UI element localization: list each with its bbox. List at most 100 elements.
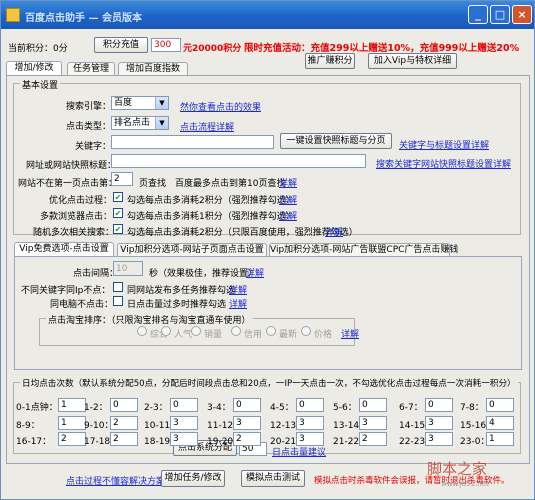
page-unit: 页查找 [139, 179, 167, 189]
taobao-radio-2[interactable] [161, 326, 171, 336]
pc-checkbox[interactable] [113, 296, 123, 306]
slot-input[interactable]: 0 [170, 398, 198, 412]
slot-label: 5-6： [333, 403, 357, 413]
keyword-title-help-link[interactable]: 关键字与标题设置详解 [399, 138, 489, 151]
optimize-checkbox[interactable]: ✔ [113, 192, 123, 202]
taobao-option-2: 人气 [174, 330, 193, 340]
slot-input[interactable]: 0 [359, 398, 387, 412]
interval-help-link[interactable]: 详解 [246, 266, 264, 279]
slot-input[interactable]: 0 [233, 398, 261, 412]
slot-input[interactable]: 2 [110, 432, 138, 446]
slot-input[interactable]: 3 [296, 432, 324, 446]
slot-input[interactable]: 1 [58, 416, 86, 430]
multi-browser-label: 多款浏览器点击： [40, 212, 113, 222]
slot-input[interactable]: 2 [110, 416, 138, 430]
page-input[interactable] [111, 172, 133, 186]
title-bar: 百度点击助手 — 会员版本 _ □ × [1, 1, 534, 29]
multi-browser-help-link[interactable]: 详解 [279, 209, 297, 222]
engine-label: 搜索引擎： [66, 102, 112, 112]
tab-vip-free[interactable]: Vip免费选项-点击设置 [14, 242, 114, 257]
random-search-checkbox[interactable]: ✔ [113, 224, 123, 234]
slot-input[interactable]: 0 [425, 398, 453, 412]
random-search-help-link[interactable]: 详解 [325, 225, 343, 238]
slot-input[interactable]: 2 [233, 432, 261, 446]
pc-label: 同电脑不点击： [50, 300, 114, 310]
points-label: 当前积分：0分 [8, 44, 68, 54]
slot-input[interactable]: 0 [296, 398, 324, 412]
taobao-radio-4[interactable] [231, 326, 241, 336]
pc-text: 日点击量过多时推荐勾选 [127, 300, 227, 310]
close-button[interactable]: × [512, 5, 532, 24]
add-task-button[interactable]: 增加任务/修改 [161, 470, 225, 487]
keyword-input[interactable] [111, 135, 274, 149]
maximize-button[interactable]: □ [490, 5, 510, 24]
engine-help-link[interactable]: 然你查看点击的效果 [180, 100, 261, 113]
page-note: 百度最多点击到第10页查找 [175, 179, 286, 189]
random-search-text: 勾选每点击多消耗2积分（只限百度使用，强烈推荐勾选） [127, 228, 358, 238]
taobao-radio-3[interactable] [191, 326, 201, 336]
tab-baidu-index[interactable]: 增加百度指数 [118, 62, 188, 76]
slot-label: 7-8： [460, 403, 484, 413]
solution-link[interactable]: 点击过程不懂容解决方案 [66, 474, 165, 487]
slot-label: 3-4： [207, 403, 231, 413]
taobao-radio-5[interactable] [266, 326, 276, 336]
taobao-option-4: 信用 [244, 330, 263, 340]
pc-help-link[interactable]: 详解 [229, 297, 247, 310]
chevron-down-icon: ▼ [155, 97, 168, 109]
slot-input[interactable]: 2 [58, 432, 86, 446]
interval-unit: 秒（效果极佳，推荐设置） [149, 269, 258, 279]
url-title-help-link[interactable]: 搜索关键字网站快照标题设置详解 [376, 157, 511, 170]
ip-checkbox[interactable] [113, 282, 123, 292]
slot-input[interactable]: 3 [296, 416, 324, 430]
click-type-select[interactable]: 排名点击 ▼ [111, 116, 169, 130]
ip-help-link[interactable]: 详解 [229, 283, 247, 296]
slot-input[interactable]: 4 [486, 416, 514, 430]
recharge-amount-input[interactable] [151, 38, 181, 52]
multi-browser-text: 勾选每点击多消耗1积分（强烈推荐勾选） [127, 212, 295, 222]
slot-label: 4-5： [270, 403, 294, 413]
slot-input[interactable]: 2 [359, 432, 387, 446]
vip-details-button[interactable]: 加入Vip与特权详细 [368, 53, 457, 69]
url-title-input[interactable] [111, 154, 366, 168]
slot-input[interactable]: 0 [110, 398, 138, 412]
watermark-logo: 脚本之家 [427, 460, 488, 478]
tab-task-manage[interactable]: 任务管理 [67, 62, 115, 76]
window-title: 百度点击助手 — 会员版本 [25, 13, 142, 24]
ip-label: 不同关键字同Ip不点： [21, 286, 111, 296]
taobao-radio-6[interactable] [301, 326, 311, 336]
interval-input[interactable] [113, 261, 143, 276]
slot-input[interactable]: 3 [425, 416, 453, 430]
slot-input[interactable]: 0 [486, 398, 514, 412]
multi-browser-checkbox[interactable]: ✔ [113, 208, 123, 218]
recharge-button[interactable]: 积分充值 [94, 37, 148, 53]
tab-vip-subpage[interactable]: Vip加积分选项-网站子页面点击设置 [117, 243, 267, 257]
watermark-url: www.jb51.net [441, 480, 489, 488]
referral-button[interactable]: 推广赚积分 [305, 53, 355, 69]
optimize-label: 优化点击过程： [49, 196, 113, 206]
engine-select[interactable]: 百度 ▼ [111, 96, 169, 110]
promo-text: 限时充值活动：充值299以上赠送10%，充值999以上赠送20% [244, 43, 520, 54]
slot-input[interactable]: 3 [425, 432, 453, 446]
slot-input[interactable]: 1 [58, 398, 86, 412]
set-title-button[interactable]: 一键设置快照标题与分页 [280, 133, 392, 149]
optimize-help-link[interactable]: 详解 [279, 193, 297, 206]
taobao-option-3: 销量 [204, 330, 223, 340]
slot-input[interactable]: 3 [170, 416, 198, 430]
slot-input[interactable]: 3 [170, 432, 198, 446]
tab-add-edit[interactable]: 增加/修改 [6, 61, 62, 76]
tab-vip-cpc[interactable]: Vip加积分选项-网站广告联盟CPC广告点击赚钱 [269, 243, 458, 257]
slot-input[interactable]: 3 [233, 416, 261, 430]
simulate-button[interactable]: 模拟点击测试 [241, 470, 305, 487]
slot-label: 16-17： [16, 437, 52, 447]
slot-input[interactable]: 3 [359, 416, 387, 430]
minimize-button[interactable]: _ [468, 5, 488, 24]
slot-input[interactable]: 1 [486, 432, 514, 446]
random-search-label: 随机多次相关搜索： [33, 228, 115, 238]
page-help-link[interactable]: 详解 [279, 176, 297, 189]
chevron-down-icon: ▼ [155, 117, 168, 129]
taobao-title: 点击淘宝排序：（只限淘宝排名与淘宝直通车使用） [46, 313, 253, 326]
taobao-radio-1[interactable] [137, 326, 147, 336]
click-flow-link[interactable]: 点击流程详解 [180, 120, 234, 133]
slot-label: 1-2： [84, 403, 108, 413]
taobao-help-link[interactable]: 详解 [341, 327, 359, 340]
